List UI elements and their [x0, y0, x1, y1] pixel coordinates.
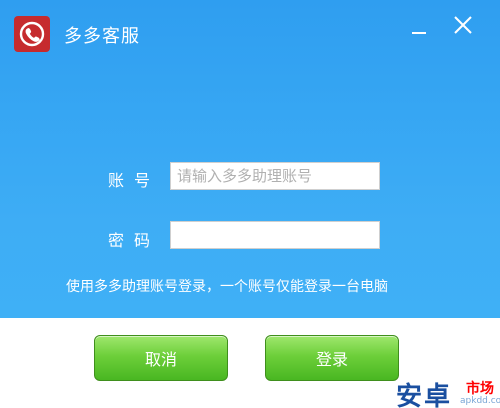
password-input[interactable] [170, 221, 380, 249]
account-label: 账号 [108, 171, 161, 190]
watermark-badge: 市场 [466, 381, 494, 397]
cancel-button[interactable]: 取消 [94, 335, 228, 381]
window-title: 多多客服 [64, 26, 140, 47]
login-notice: 使用多多助理账号登录，一个账号仅能登录一台电脑 [66, 279, 388, 295]
minimize-button[interactable] [410, 18, 430, 38]
watermark-main-text: 安卓 [396, 382, 453, 408]
header-panel: 多多客服 账号 密码 使用多多助理账号登录，一个账号仅能登录一台电脑 [0, 0, 500, 318]
account-input[interactable] [170, 162, 380, 190]
login-window: 多多客服 账号 密码 使用多多助理账号登录，一个账号仅能登录一台电脑 取消 登录… [0, 0, 500, 408]
watermark-logo: 安卓 市场 apkdd.com [396, 376, 500, 408]
watermark-url: apkdd.com [460, 396, 500, 406]
password-label: 密码 [108, 231, 161, 250]
login-button[interactable]: 登录 [265, 335, 399, 381]
app-logo-icon [14, 16, 50, 52]
close-icon [454, 16, 472, 34]
close-button[interactable] [452, 14, 474, 36]
minimize-icon [412, 32, 426, 34]
